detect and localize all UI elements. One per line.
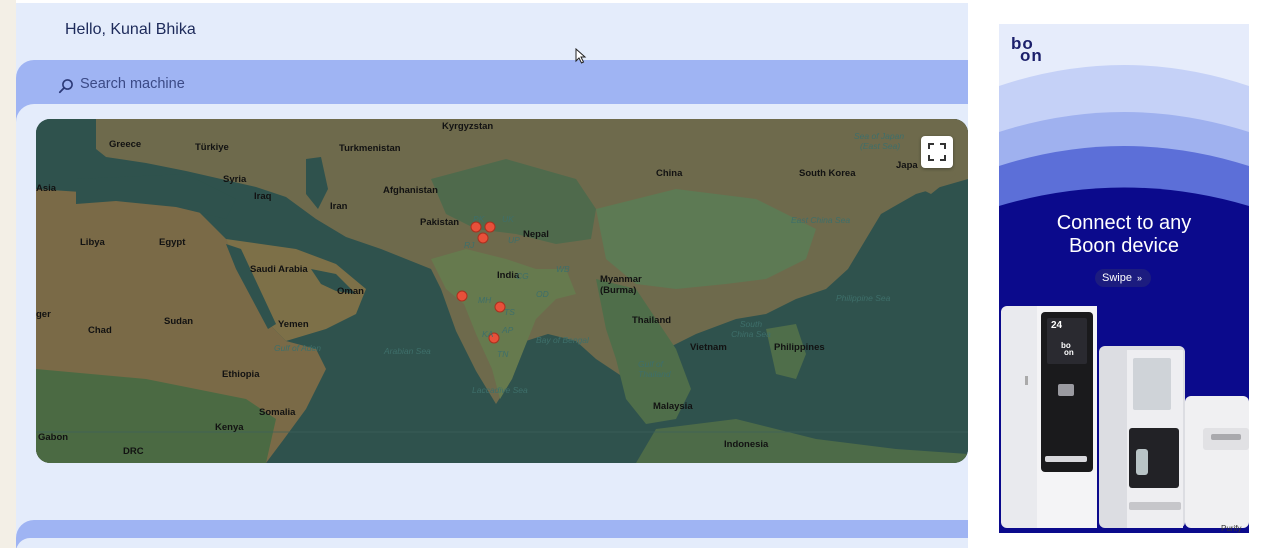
map-label-uk: UK [502, 214, 514, 224]
map-label-thailand: Thailand [632, 315, 672, 326]
map-label-gulf-of-aden: Gulf of Aden [274, 343, 321, 353]
device-screen-logo-line2: on [1064, 348, 1074, 357]
map-label-cg: CG [516, 271, 529, 281]
map-label-egypt: Egypt [159, 237, 186, 248]
greeting-text: Hello, Kunal Bhika [65, 21, 196, 38]
map-label-mh: MH [478, 295, 492, 305]
device-medium [1099, 346, 1185, 528]
swipe-button[interactable]: Swipe » [1095, 269, 1151, 287]
map-label-pakistan: Pakistan [420, 217, 460, 228]
map-label-saudi-arabia: Saudi Arabia [250, 264, 308, 275]
boon-advert[interactable]: bo on Connect to any Boon device Swipe »… [999, 24, 1249, 533]
map-label-ts: TS [504, 307, 515, 317]
map-label-yemen: Yemen [278, 319, 309, 330]
map-label-od: OD [536, 289, 549, 299]
map-label-ethiopia: Ethiopia [222, 369, 260, 380]
search-icon [58, 79, 73, 94]
page: Hello, Kunal Bhika Search machine Kyrgyz… [0, 0, 1280, 548]
map-label-china: China [656, 168, 683, 179]
mouse-cursor-icon [575, 48, 587, 64]
map-label-iraq: Iraq [254, 191, 272, 202]
map-label-myanmar: Myanmar (Burma) [600, 274, 642, 296]
map-label-up: UP [508, 235, 520, 245]
map-label-niger: ger [36, 309, 51, 320]
swipe-label: Swipe [1102, 272, 1132, 284]
map-label-asia: Asia [36, 183, 57, 194]
map-label-afghanistan: Afghanistan [383, 185, 438, 196]
purify-tag: Purify [1221, 524, 1242, 533]
map-marker-delhi-2[interactable] [484, 221, 496, 233]
map-label-east-china-sea: East China Sea [791, 215, 851, 225]
map-label-ka: KA [482, 329, 494, 339]
map-label-gulf-of-thailand: Gulf of Thailand [638, 359, 671, 379]
bottom-section-content [16, 538, 968, 548]
map-label-wb: WB [556, 264, 570, 274]
map-label-south-korea: South Korea [799, 168, 856, 179]
map-marker-delhi-3[interactable] [477, 232, 489, 244]
map-label-rj: RJ [464, 240, 475, 250]
map-label-syria: Syria [223, 174, 247, 185]
map-label-drc: DRC [123, 446, 144, 457]
map-label-sudan: Sudan [164, 316, 194, 327]
left-edge-strip [0, 0, 16, 548]
map-label-chad: Chad [88, 325, 112, 336]
map-label-nepal: Nepal [523, 229, 549, 240]
advert-headline-line2: Boon device [1068, 235, 1180, 257]
device-small [1185, 396, 1249, 528]
map-label-libya: Libya [80, 237, 105, 248]
map-label-bay-of-bengal: Bay of Bengal [536, 335, 589, 345]
map-label-arabian-sea: Arabian Sea [384, 346, 431, 356]
chevron-right-icon: » [1137, 273, 1143, 283]
map-label-sea-of-japan: Sea of Japan [854, 131, 905, 141]
device-large [1001, 306, 1097, 528]
main-panel: Hello, Kunal Bhika Search machine Kyrgyz… [16, 3, 968, 548]
machine-map[interactable]: Kyrgyzstan Sea of Japan (East Sea) Greec… [36, 119, 968, 463]
map-label-indonesia: Indonesia [724, 439, 769, 450]
map-marker-mumbai[interactable] [456, 290, 468, 302]
map-label-gabon: Gabon [38, 432, 69, 443]
advert-headline-line1: Connect to any [1056, 212, 1192, 234]
advert-headline: Connect to any Boon device [999, 212, 1249, 258]
map-label-japan: Japa [896, 160, 918, 171]
device-screen-time: 24 [1051, 320, 1063, 331]
map-label-east-sea: (East Sea) [860, 141, 901, 151]
map-label-ap: AP [502, 325, 514, 335]
map-label-malaysia: Malaysia [653, 401, 693, 412]
map-label-tn: TN [497, 349, 509, 359]
map-label-laccadive-sea: Laccadive Sea [472, 385, 528, 395]
map-label-kyrgyzstan: Kyrgyzstan [442, 121, 494, 132]
map-label-south-china-sea: South China Sea [731, 319, 771, 339]
map-label-pk: PK [473, 214, 485, 224]
map-label-kenya: Kenya [215, 422, 244, 433]
boon-logo[interactable]: bo on [1011, 35, 1045, 64]
map-label-iran: Iran [330, 201, 348, 212]
map-label-turkmenistan: Turkmenistan [339, 143, 401, 154]
map-label-oman: Oman [337, 286, 364, 297]
map-label-somalia: Somalia [259, 407, 296, 418]
map-label-philippines: Philippines [774, 342, 825, 353]
map-label-philippine-sea: Philippine Sea [836, 293, 891, 303]
map-label-greece: Greece [109, 139, 142, 150]
search-input[interactable]: Search machine [80, 76, 185, 92]
fullscreen-icon [928, 143, 946, 161]
fullscreen-button[interactable] [921, 136, 953, 168]
map-label-turkiye: Türkiye [195, 142, 229, 153]
map-label-vietnam: Vietnam [690, 342, 727, 353]
